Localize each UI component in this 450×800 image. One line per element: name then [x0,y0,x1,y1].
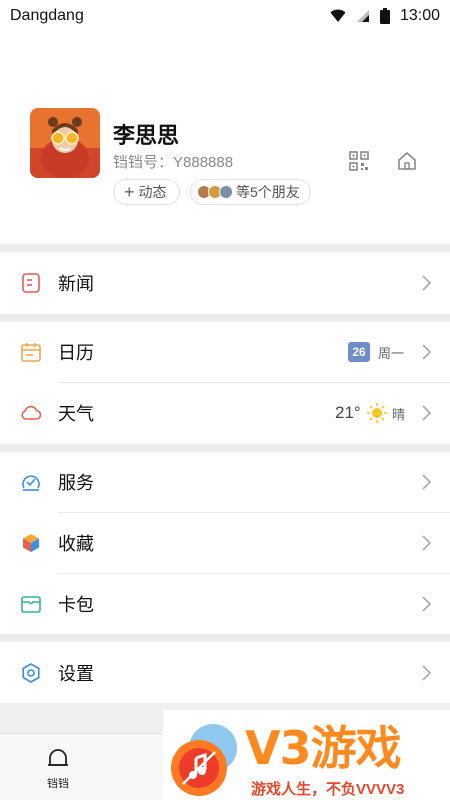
menu-item-wallet[interactable]: 卡包 [0,574,450,634]
plus-icon: + [124,182,135,202]
qr-code-icon[interactable] [348,150,370,172]
calendar-date-badge: 26 [348,342,370,362]
menu-item-label: 天气 [58,404,94,424]
chevron-right-icon [422,344,432,360]
chevron-right-icon [422,405,432,421]
section-divider [0,244,450,252]
card-wallet-icon [21,596,41,613]
user-name: 李思思 [113,123,180,148]
menu-item-label: 设置 [58,664,94,684]
sun-icon [367,403,387,423]
menu-item-label: 日历 [58,343,94,363]
friend-avatars [197,185,233,199]
calendar-icon [21,343,41,362]
menu-item-services[interactable]: 服务 [0,452,450,512]
chevron-right-icon [422,535,432,551]
menu-item-settings[interactable]: 设置 [0,643,450,703]
services-icon [22,475,40,491]
weather-condition: 晴 [392,406,406,422]
menu-item-calendar[interactable]: 日历 26 周一 [0,322,450,382]
weekday-label: 周一 [378,345,405,361]
clock: 13:00 [399,7,440,24]
menu-item-label: 收藏 [58,534,94,554]
menu-item-news[interactable]: 新闻 [0,253,450,313]
tab-home[interactable]: 铛铛 [8,734,108,800]
watermark: V3游戏 游戏人生，不负VVVV3 [163,710,450,800]
menu-item-weather[interactable]: 天气 21° 晴 [0,383,450,443]
brand-logo-icon [171,724,237,796]
friend-avatar [219,185,233,199]
watermark-brand: V3游戏 [245,721,402,775]
chevron-right-icon [422,474,432,490]
cloud-icon [21,405,42,420]
settings-gear-icon [22,663,40,683]
temperature: 21° [335,403,361,422]
tab-label: 铛铛 [47,778,69,790]
section-divider [0,314,450,322]
avatar[interactable] [30,108,100,178]
menu-item-label: 服务 [58,473,94,493]
cellular-signal-icon [356,10,369,22]
section-divider [0,634,450,642]
chevron-right-icon [422,596,432,612]
menu-item-favorites[interactable]: 收藏 [0,513,450,573]
menu-item-label: 新闻 [58,274,94,294]
chevron-right-icon [422,275,432,291]
status-icons: 13:00 [330,7,440,25]
account-id: 铛铛号：Y888888 [113,154,234,171]
wifi-icon [330,9,346,22]
cube-icon [23,534,39,552]
carrier-name: Dangdang [10,7,84,24]
profile-header: 李思思 铛铛号：Y888888 + 动态 等5个朋友 [0,100,450,240]
home-icon[interactable] [396,150,418,172]
status-bar: Dangdang 13:00 [0,0,450,32]
section-divider [0,444,450,452]
watermark-slogan: 游戏人生，不负VVVV3 [251,781,405,798]
battery-icon [379,8,390,24]
bell-icon [48,749,68,766]
moment-label: 动态 [138,184,167,200]
news-icon [22,273,40,293]
friends-label: 等5个朋友 [236,184,300,200]
friends-button[interactable]: 等5个朋友 [190,179,311,205]
chevron-right-icon [422,665,432,681]
moment-button[interactable]: + 动态 [113,179,180,205]
menu-item-label: 卡包 [58,595,94,615]
